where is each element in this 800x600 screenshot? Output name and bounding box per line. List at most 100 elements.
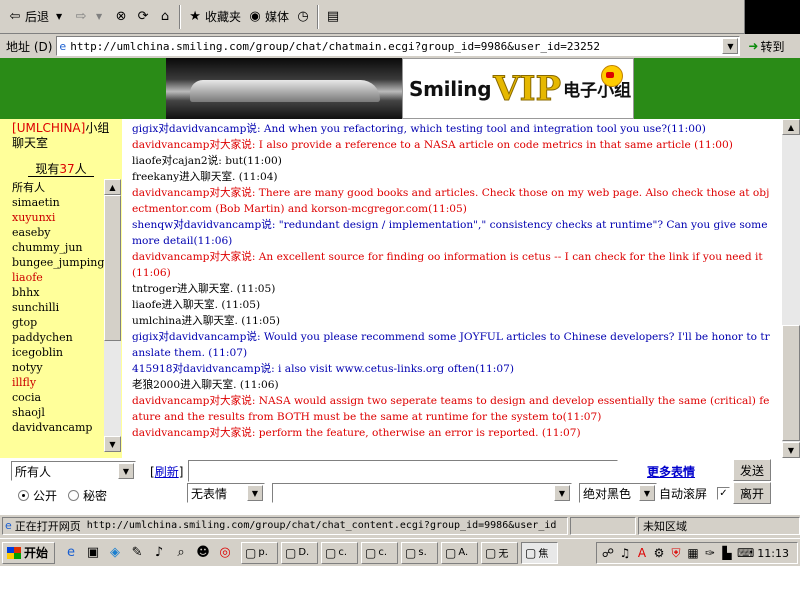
toolbar-separator (179, 4, 182, 29)
address-input[interactable] (66, 39, 717, 53)
taskbar-button[interactable]: ▢ 焦 (521, 541, 559, 564)
radio-unchecked-icon[interactable] (68, 490, 79, 501)
send-button[interactable]: 发送 (733, 459, 771, 481)
favorites-icon: ★ (189, 8, 201, 24)
private-radio[interactable]: 秘密 (68, 487, 107, 504)
print-button[interactable]: ▤ (322, 5, 344, 29)
explorer-icon[interactable]: ⌕ (171, 543, 191, 563)
public-radio[interactable]: 公开 (18, 487, 57, 504)
user-list-item[interactable]: illfly (12, 375, 106, 390)
input-method-icon[interactable]: ⌨ (737, 546, 754, 560)
action-select[interactable]: ▼ (272, 483, 572, 503)
shield-icon[interactable]: ⛨ (669, 546, 683, 561)
settings-icon[interactable]: ⚙ (652, 546, 666, 560)
scroll-up-icon[interactable]: ▲ (104, 179, 121, 195)
emotion-select[interactable]: 无表情 ▼ (187, 483, 265, 503)
tool-icon[interactable]: ✑ (703, 546, 717, 560)
taskbar-button[interactable]: ▢ c. (321, 541, 359, 564)
dropdown-arrow-icon[interactable]: ▼ (51, 9, 67, 25)
address-field[interactable]: e ▼ (56, 36, 741, 56)
user-list-item[interactable]: simaetin (12, 195, 106, 210)
home-icon: ⌂ (160, 8, 170, 24)
user-list-item[interactable]: easeby (12, 225, 106, 240)
app-icon[interactable]: ◎ (215, 543, 235, 563)
start-button[interactable]: 开始 (2, 541, 56, 564)
clock: 11:13 (757, 546, 789, 560)
scroll-thumb[interactable] (104, 195, 121, 341)
taskbar-button[interactable]: ▢ p. (241, 541, 279, 564)
go-arrow-icon: ➜ (748, 39, 759, 53)
media-button[interactable]: ◉ 媒体 (244, 5, 292, 29)
user-list-item[interactable]: shaojl (12, 405, 106, 420)
home-button[interactable]: ⌂ (154, 5, 176, 29)
volume-icon[interactable]: ♫ (618, 546, 632, 560)
taskbar-button[interactable]: ▢ 无 (481, 541, 519, 564)
forward-button[interactable]: ⇨ ▼ (70, 5, 110, 29)
user-list-item[interactable]: notyy (12, 360, 106, 375)
qq-icon[interactable]: ☻ (193, 543, 213, 563)
chat-message: davidvancamp对大家说: There are many good bo… (132, 187, 770, 215)
network-icon[interactable]: ☍ (601, 546, 615, 560)
more-emotions-link[interactable]: 更多表情 (647, 463, 695, 480)
desktop-icon[interactable]: ▣ (83, 543, 103, 563)
back-button[interactable]: ⇦ 后退 ▼ (4, 5, 70, 29)
user-list-item[interactable]: bungee_jumping (12, 255, 106, 270)
scroll-down-icon[interactable]: ▼ (104, 436, 121, 452)
taskbar-button[interactable]: ▢ c. (361, 541, 399, 564)
display-icon[interactable]: ▦ (686, 546, 700, 560)
radio-checked-icon[interactable] (18, 490, 29, 501)
history-button[interactable]: ◷ (292, 5, 314, 29)
user-list-item[interactable]: davidvancamp (12, 420, 106, 435)
status-progress-cell (570, 516, 636, 535)
user-list-item[interactable]: bhhx (12, 285, 106, 300)
media-player-icon[interactable]: ♪ (149, 543, 169, 563)
refresh-button[interactable]: ⟳ (132, 5, 154, 29)
taskbar-button[interactable]: ▢ A. (441, 541, 479, 564)
address-dropdown-icon[interactable]: ▼ (722, 38, 739, 54)
scroll-down-icon[interactable]: ▼ (782, 442, 800, 458)
taskbar-button[interactable]: ▢ s. (401, 541, 439, 564)
user-list-item[interactable]: paddychen (12, 330, 106, 345)
go-button[interactable]: ➜ 转到 (748, 38, 784, 55)
chevron-down-icon[interactable]: ▼ (639, 485, 655, 501)
target-select[interactable]: 所有人 ▼ (11, 461, 136, 481)
connection-icon[interactable]: ▙ (720, 546, 734, 560)
taskbar-button-label: 焦 (538, 549, 549, 560)
user-list-item[interactable]: cocia (12, 390, 106, 405)
user-list-item[interactable]: 所有人 (12, 180, 106, 195)
smiley-icon (601, 65, 623, 87)
antivirus-icon[interactable]: A (635, 546, 649, 560)
chat-scrollbar[interactable]: ▲ ▼ (782, 119, 800, 458)
autoscroll-checkbox[interactable]: ✓ (717, 487, 730, 500)
chevron-down-icon[interactable]: ▼ (247, 485, 263, 501)
user-list-item[interactable]: gtop (12, 315, 106, 330)
user-list-item[interactable]: liaofe (12, 270, 106, 285)
scroll-thumb[interactable] (782, 325, 800, 441)
chevron-down-icon[interactable]: ▼ (118, 463, 134, 479)
scroll-up-icon[interactable]: ▲ (782, 119, 800, 135)
chat-message: 415918对davidvancamp说: i also visit www.c… (132, 363, 514, 375)
message-input[interactable] (188, 460, 618, 482)
dropdown-arrow-icon[interactable]: ▼ (91, 9, 107, 25)
security-zone-cell: 未知区域 (638, 516, 800, 535)
notepad-icon[interactable]: ✎ (127, 543, 147, 563)
outlook-icon[interactable]: ◈ (105, 543, 125, 563)
user-list-item[interactable]: sunchilli (12, 300, 106, 315)
user-list-item[interactable]: chummy_jun (12, 240, 106, 255)
user-list-scrollbar[interactable]: ▲ ▼ (104, 179, 121, 452)
user-list-item[interactable]: icegoblin (12, 345, 106, 360)
taskbar-button[interactable]: ▢ D. (281, 541, 319, 564)
chevron-down-icon[interactable]: ▼ (554, 485, 570, 501)
car-image (166, 58, 402, 119)
chat-message: davidvancamp对大家说: I also provide a refer… (132, 139, 733, 151)
ie-icon[interactable]: e (61, 543, 81, 563)
room-title: [UMLCHINA]小组聊天室 (12, 121, 112, 151)
color-select[interactable]: 绝对黑色 ▼ (579, 483, 657, 503)
smiling-vip-logo: Smiling VIP 电子小组 (402, 58, 634, 119)
refresh-link[interactable]: 刷新 (155, 465, 179, 479)
leave-button[interactable]: 离开 (733, 482, 771, 504)
history-icon: ◷ (297, 8, 309, 24)
user-list-item[interactable]: xuyunxi (12, 210, 106, 225)
favorites-button[interactable]: ★ 收藏夹 (184, 5, 244, 29)
stop-button[interactable]: ⊗ (110, 5, 132, 29)
